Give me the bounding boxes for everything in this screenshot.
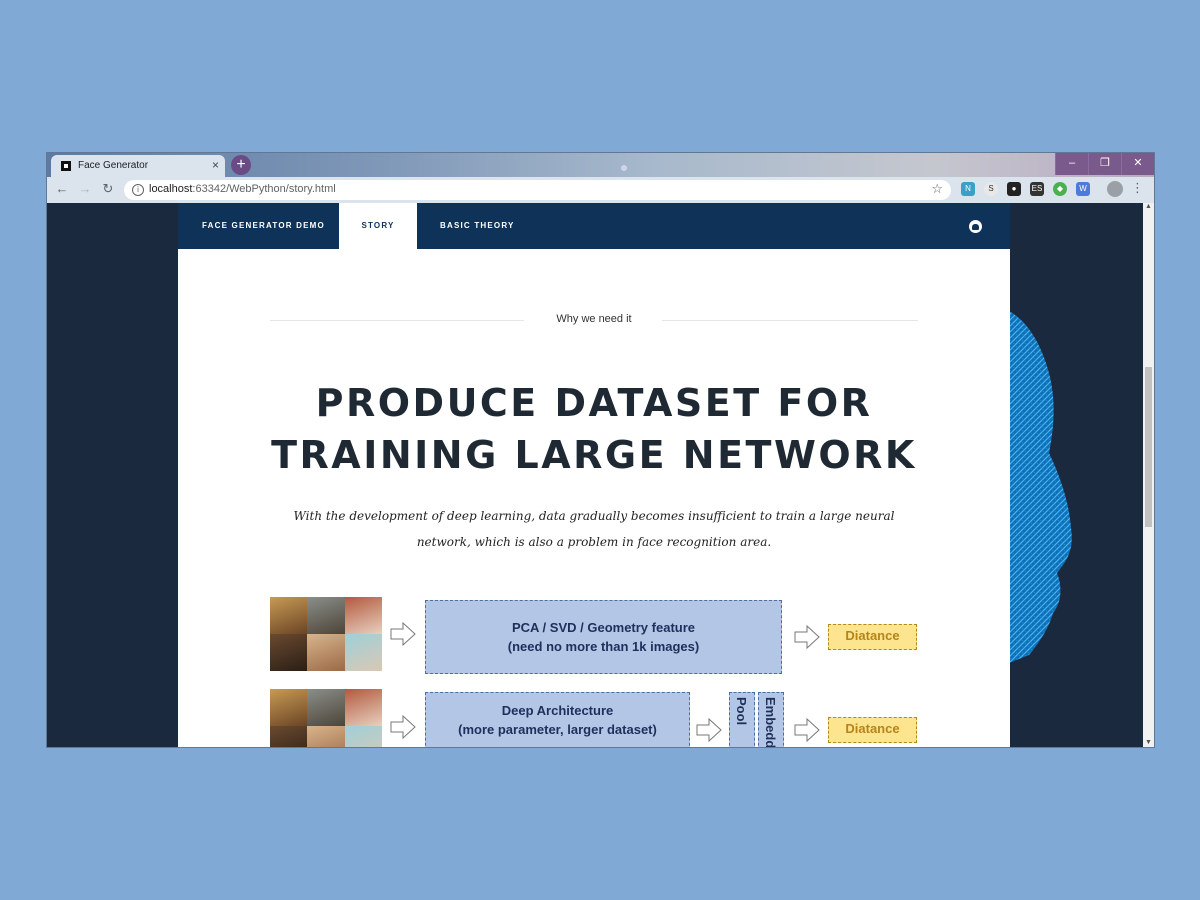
section-label: Why we need it [556, 313, 632, 325]
distance-output-box: Diatance [828, 624, 917, 650]
close-tab-icon[interactable]: × [212, 158, 219, 172]
face-thumbnail [270, 726, 308, 747]
page-headline: PRODUCE DATASET FOR TRAINING LARGE NETWO… [178, 377, 1010, 481]
info-icon[interactable]: i [132, 184, 144, 196]
page-viewport: FACE GENERATOR DEMO STORY BASIC THEORY W… [47, 203, 1143, 747]
title-bar: Face Generator × + – ❐ ✕ [47, 153, 1154, 177]
headline-line-1: PRODUCE DATASET FOR [315, 381, 873, 425]
site-navbar: FACE GENERATOR DEMO STORY BASIC THEORY [178, 203, 1010, 249]
face-thumbnail [307, 726, 345, 747]
face-samples-grid [270, 689, 382, 747]
face-thumbnail [307, 597, 345, 634]
face-thumbnail [344, 726, 382, 747]
face-thumbnail [307, 689, 345, 726]
nav-basic-theory[interactable]: BASIC THEORY [440, 203, 515, 249]
restore-button[interactable]: ❐ [1088, 153, 1121, 175]
forward-arrow-icon[interactable]: → [76, 181, 94, 196]
url-text[interactable]: localhost:63342/WebPython/story.html [149, 183, 336, 195]
url-path: :63342/WebPython/story.html [192, 183, 336, 195]
back-arrow-icon[interactable]: ← [53, 181, 71, 196]
extension-w-icon[interactable]: W [1076, 182, 1090, 196]
embedding-label: Embedding [763, 697, 778, 747]
deep-architecture-box: Deep Architecture (more parameter, larger… [425, 692, 690, 747]
arrow-right-icon [696, 718, 722, 742]
tab-title: Face Generator [78, 160, 149, 171]
address-bar[interactable]: i localhost:63342/WebPython/story.html ☆ [124, 180, 951, 200]
drag-indicator-icon [621, 165, 627, 171]
browser-menu-icon[interactable]: ⋮ [1131, 180, 1144, 196]
extension-ghost-icon[interactable]: ● [1007, 182, 1021, 196]
headline-line-2: TRAINING LARGE NETWORK [271, 433, 917, 477]
minimize-button[interactable]: – [1055, 153, 1088, 175]
vertical-scrollbar[interactable]: ▲ ▼ [1143, 203, 1154, 747]
distance-output-box: Diatance [828, 717, 917, 743]
browser-tab[interactable]: Face Generator × [51, 155, 225, 177]
nav-face-generator-demo[interactable]: FACE GENERATOR DEMO [202, 203, 325, 249]
extension-puzzle-icon[interactable]: ◆ [1053, 182, 1067, 196]
face-thumbnail [344, 689, 382, 726]
lead-paragraph: With the development of deep learning, d… [293, 509, 895, 549]
url-host: localhost [149, 183, 193, 195]
classic-method-box: PCA / SVD / Geometry feature (need no mor… [425, 600, 782, 674]
window-controls: – ❐ ✕ [1055, 153, 1154, 175]
box-line-2: (more parameter, larger dataset) [458, 722, 657, 737]
nav-story[interactable]: STORY [339, 203, 417, 249]
extension-s-icon[interactable]: S [984, 182, 998, 196]
extension-n-icon[interactable]: N [961, 182, 975, 196]
site-favicon-icon [61, 161, 71, 171]
arrow-right-icon [390, 715, 416, 739]
arrow-right-icon [794, 718, 820, 742]
profile-avatar[interactable] [1107, 181, 1123, 197]
face-thumbnail [270, 689, 308, 726]
content-card: Why we need it PRODUCE DATASET FOR TRAIN… [178, 249, 1010, 747]
arrow-right-icon [390, 622, 416, 646]
face-thumbnail [270, 634, 308, 671]
scroll-up-icon[interactable]: ▲ [1145, 203, 1152, 210]
face-samples-grid [270, 597, 382, 671]
box-line-2: (need no more than 1k images) [507, 639, 700, 654]
browser-window: Face Generator × + – ❐ ✕ ← → ↻ i localho… [47, 153, 1154, 747]
face-thumbnail [344, 597, 382, 634]
github-icon[interactable] [969, 220, 982, 233]
reload-icon[interactable]: ↻ [99, 181, 117, 197]
extension-es-icon[interactable]: ES [1030, 182, 1044, 196]
pool-label: Pool [734, 697, 749, 726]
face-thumbnail [344, 634, 382, 671]
face-thumbnail [307, 634, 345, 671]
scrollbar-thumb[interactable] [1145, 367, 1152, 527]
new-tab-button[interactable]: + [231, 155, 251, 175]
embedding-layer-box: Embedding [758, 692, 784, 747]
close-window-button[interactable]: ✕ [1121, 153, 1154, 175]
box-line-1: Deep Architecture [501, 703, 614, 718]
box-line-1: PCA / SVD / Geometry feature [511, 620, 695, 635]
browser-toolbar: ← → ↻ i localhost:63342/WebPython/story.… [47, 177, 1154, 203]
wireframe-head-illustration [1009, 311, 1072, 663]
pool-layer-box: Pool [729, 692, 755, 747]
face-thumbnail [270, 597, 308, 634]
bookmark-star-icon[interactable]: ☆ [931, 181, 943, 197]
arrow-right-icon [794, 625, 820, 649]
scroll-down-icon[interactable]: ▼ [1145, 739, 1152, 746]
